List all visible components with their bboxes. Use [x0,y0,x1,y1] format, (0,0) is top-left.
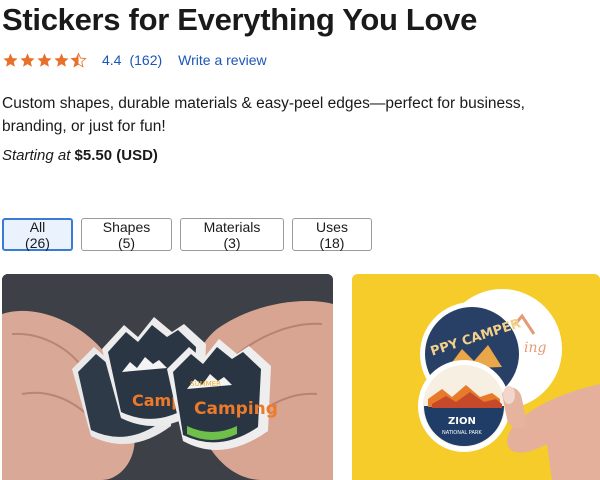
price-value: $5.50 (USD) [74,147,158,164]
rating-row: 4.4 (162) Write a review [2,50,267,70]
zion-sticker-text: ZION [448,416,476,427]
product-description: Custom shapes, durable materials & easy-… [2,95,525,135]
price-line: Starting at $5.50 (USD) [2,147,158,164]
camping-sticker-text-front: Camping [194,399,278,419]
review-count-link[interactable]: (162) [129,52,162,68]
product-card-happy-camper[interactable]: ping PPY CAMPER ZION NATIONAL PARK [352,274,600,480]
zion-subtext: NATIONAL PARK [442,430,482,436]
product-card-camping[interactable]: Camping SUMMER Camping [2,274,333,480]
star-icon [54,52,69,67]
filter-uses-button[interactable]: Uses (18) [292,218,372,251]
filter-materials-button[interactable]: Materials (3) [180,218,284,251]
half-star-icon [70,51,87,68]
filter-shapes-button[interactable]: Shapes (5) [81,218,172,251]
star-icon [20,52,35,67]
star-rating [2,51,87,69]
star-icon [3,52,18,67]
price-prefix: Starting at [2,147,71,164]
star-icon [37,52,52,67]
rating-value: 4.4 [102,52,122,68]
page-title: Stickers for Everything You Love [2,2,478,37]
filter-chips: All (26) Shapes (5) Materials (3) Uses (… [2,218,372,251]
filter-all-button[interactable]: All (26) [2,218,73,251]
summer-sticker-text: SUMMER [190,380,221,388]
camping-stickers-image: Camping SUMMER Camping [2,274,333,480]
write-review-link[interactable]: Write a review [178,52,266,68]
happy-camper-stickers-image: ping PPY CAMPER ZION NATIONAL PARK [352,274,600,480]
